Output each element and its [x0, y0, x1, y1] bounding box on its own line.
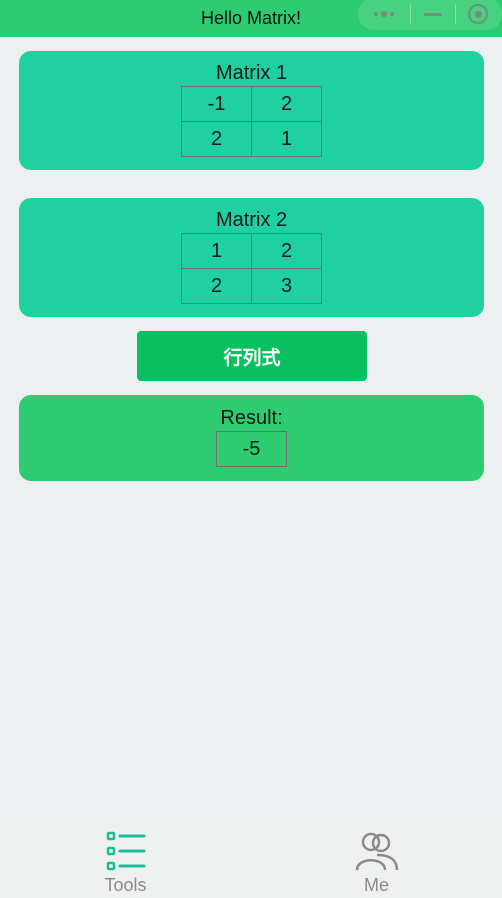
tab-me-label: Me	[363, 875, 389, 895]
users-icon	[355, 832, 398, 871]
matrix-2-grid: 1 2 2 3	[181, 233, 322, 304]
result-title: Result:	[220, 407, 283, 429]
matrix-1-cell[interactable]: 1	[251, 121, 322, 157]
matrix-2-cell[interactable]: 2	[181, 268, 252, 304]
more-dots-icon	[374, 11, 394, 17]
matrix-1-cell[interactable]: 2	[251, 86, 322, 122]
matrix-2-cell[interactable]: 3	[251, 268, 322, 304]
matrix-1-card: Matrix 1 -1 2 2 1	[19, 51, 484, 170]
page-title: Hello Matrix!	[200, 8, 302, 28]
close-button[interactable]	[456, 0, 500, 30]
determinant-button[interactable]: 行列式	[137, 331, 367, 381]
matrix-2-card: Matrix 2 1 2 2 3	[19, 198, 484, 317]
nav-bar: Hello Matrix!	[0, 0, 502, 37]
matrix-1-grid: -1 2 2 1	[181, 86, 322, 157]
list-icon	[106, 831, 145, 871]
tab-bar: Tools Me	[0, 827, 502, 898]
tab-tools[interactable]: Tools	[0, 827, 251, 898]
matrix-1-title: Matrix 1	[215, 62, 288, 84]
matrix-1-cell[interactable]: -1	[181, 86, 252, 122]
target-icon	[468, 4, 488, 24]
result-cell: -5	[216, 431, 287, 467]
result-card: Result: -5	[19, 395, 484, 481]
tab-me[interactable]: Me	[251, 827, 502, 898]
matrix-2-title: Matrix 2	[215, 209, 288, 231]
page: Hello Matrix! Matrix 1 -1 2 2 1 Matrix 2…	[0, 0, 502, 898]
result-grid: -5	[216, 431, 287, 467]
tab-tools-label: Tools	[104, 875, 147, 895]
matrix-1-cell[interactable]: 2	[181, 121, 252, 157]
matrix-2-cell[interactable]: 1	[181, 233, 252, 269]
minus-icon	[424, 12, 442, 16]
mini-program-capsule	[358, 0, 502, 30]
minimize-button[interactable]	[411, 0, 455, 30]
matrix-2-cell[interactable]: 2	[251, 233, 322, 269]
more-button[interactable]	[358, 0, 410, 30]
